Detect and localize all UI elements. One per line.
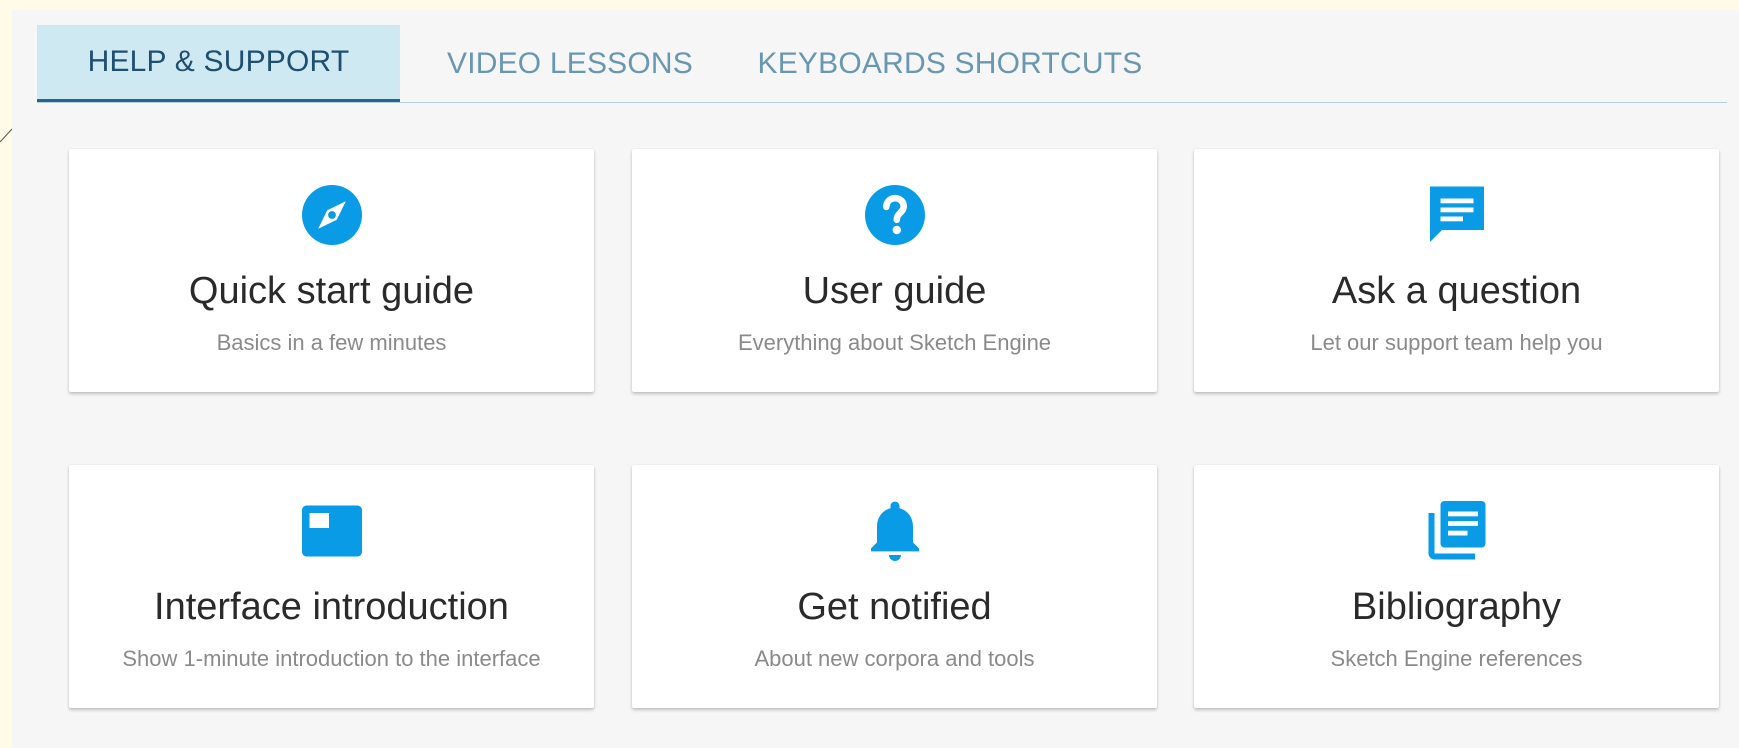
card-title: Ask a question xyxy=(1331,270,1582,312)
tab-bar: HELP & SUPPORT VIDEO LESSONS KEYBOARDS S… xyxy=(37,25,1727,103)
chat-bubble-icon xyxy=(1421,179,1493,251)
help-circle-icon xyxy=(859,179,931,251)
card-title: Quick start guide xyxy=(188,270,475,312)
card-interface-introduction[interactable]: Interface introduction Show 1-minute int… xyxy=(69,465,594,708)
card-quick-start-guide[interactable]: Quick start guide Basics in a few minute… xyxy=(69,149,594,392)
card-subtitle: About new corpora and tools xyxy=(754,646,1035,671)
card-title: Interface introduction xyxy=(154,586,509,628)
card-get-notified[interactable]: Get notified About new corpora and tools xyxy=(632,465,1157,708)
tab-help-support[interactable]: HELP & SUPPORT xyxy=(37,25,400,102)
card-subtitle: Let our support team help you xyxy=(1310,330,1603,355)
card-title: Bibliography xyxy=(1351,586,1562,628)
card-subtitle: Show 1-minute introduction to the interf… xyxy=(122,646,541,671)
card-title: Get notified xyxy=(797,586,992,628)
compass-icon xyxy=(296,179,368,251)
card-title: User guide xyxy=(802,270,987,312)
library-books-icon xyxy=(1421,495,1493,567)
tab-video-lessons[interactable]: VIDEO LESSONS xyxy=(400,25,740,102)
card-ask-a-question[interactable]: Ask a question Let our support team help… xyxy=(1194,149,1719,392)
card-bibliography[interactable]: Bibliography Sketch Engine references xyxy=(1194,465,1719,708)
bell-icon xyxy=(859,495,931,567)
card-user-guide[interactable]: User guide Everything about Sketch Engin… xyxy=(632,149,1157,392)
tab-keyboard-shortcuts[interactable]: KEYBOARDS SHORTCUTS xyxy=(740,25,1160,102)
interface-window-icon xyxy=(296,495,368,567)
card-subtitle: Sketch Engine references xyxy=(1330,646,1583,671)
card-subtitle: Basics in a few minutes xyxy=(216,330,447,355)
card-subtitle: Everything about Sketch Engine xyxy=(737,330,1052,355)
